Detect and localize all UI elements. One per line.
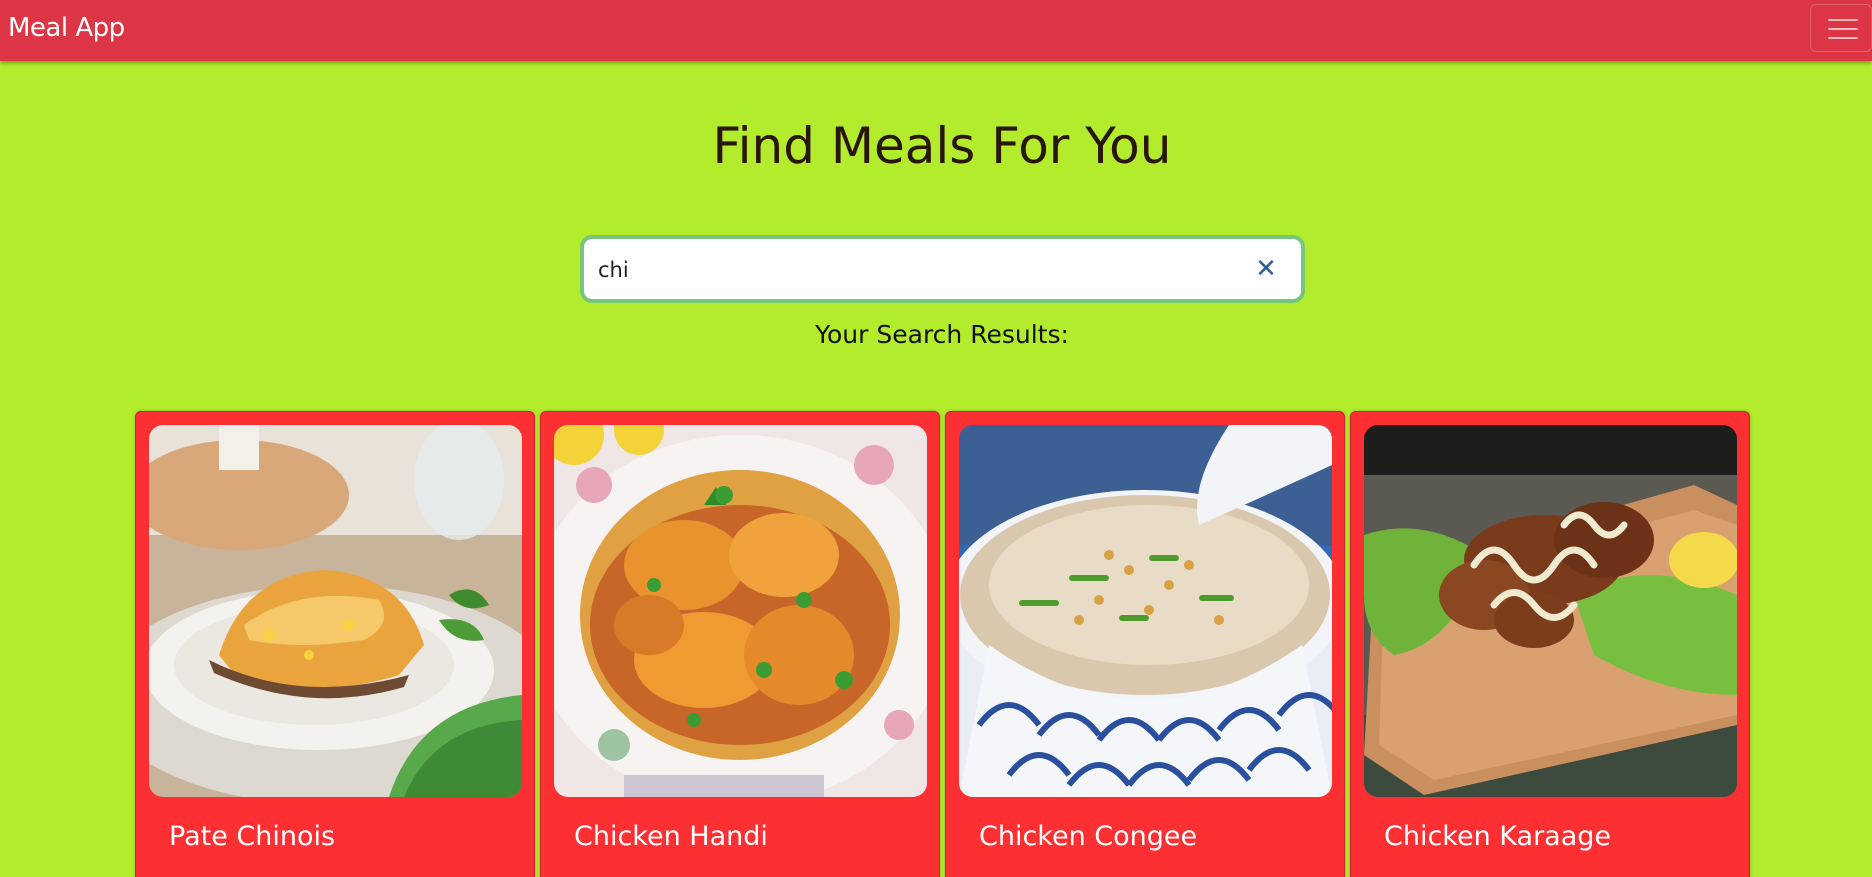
meal-photo-chicken-karaage bbox=[1364, 425, 1737, 797]
meal-card[interactable]: Pate Chinois bbox=[135, 411, 535, 877]
meal-title[interactable]: Chicken Handi bbox=[574, 817, 768, 857]
page-title: Find Meals For You bbox=[712, 117, 1172, 175]
navbar-toggle-button[interactable] bbox=[1810, 4, 1872, 52]
meal-card[interactable]: Chicken Handi bbox=[540, 411, 940, 877]
brand-logo-text[interactable]: Meal App bbox=[8, 12, 125, 44]
meal-card[interactable]: Chicken Congee bbox=[945, 411, 1345, 877]
navbar: Meal App bbox=[0, 0, 1872, 61]
meal-title[interactable]: Chicken Karaage bbox=[1384, 817, 1611, 857]
search-box: ✕ bbox=[580, 235, 1305, 303]
search-results-heading: Your Search Results: bbox=[815, 320, 1069, 349]
meal-photo-chicken-congee bbox=[959, 425, 1332, 797]
meal-card[interactable]: Chicken Karaage bbox=[1350, 411, 1750, 877]
meal-title[interactable]: Chicken Congee bbox=[979, 817, 1197, 857]
meal-photo-pate-chinois bbox=[149, 425, 522, 797]
close-icon[interactable]: ✕ bbox=[1251, 254, 1281, 284]
search-input[interactable] bbox=[596, 247, 1240, 293]
meal-photo-chicken-handi bbox=[554, 425, 927, 797]
meal-title[interactable]: Pate Chinois bbox=[169, 817, 335, 857]
